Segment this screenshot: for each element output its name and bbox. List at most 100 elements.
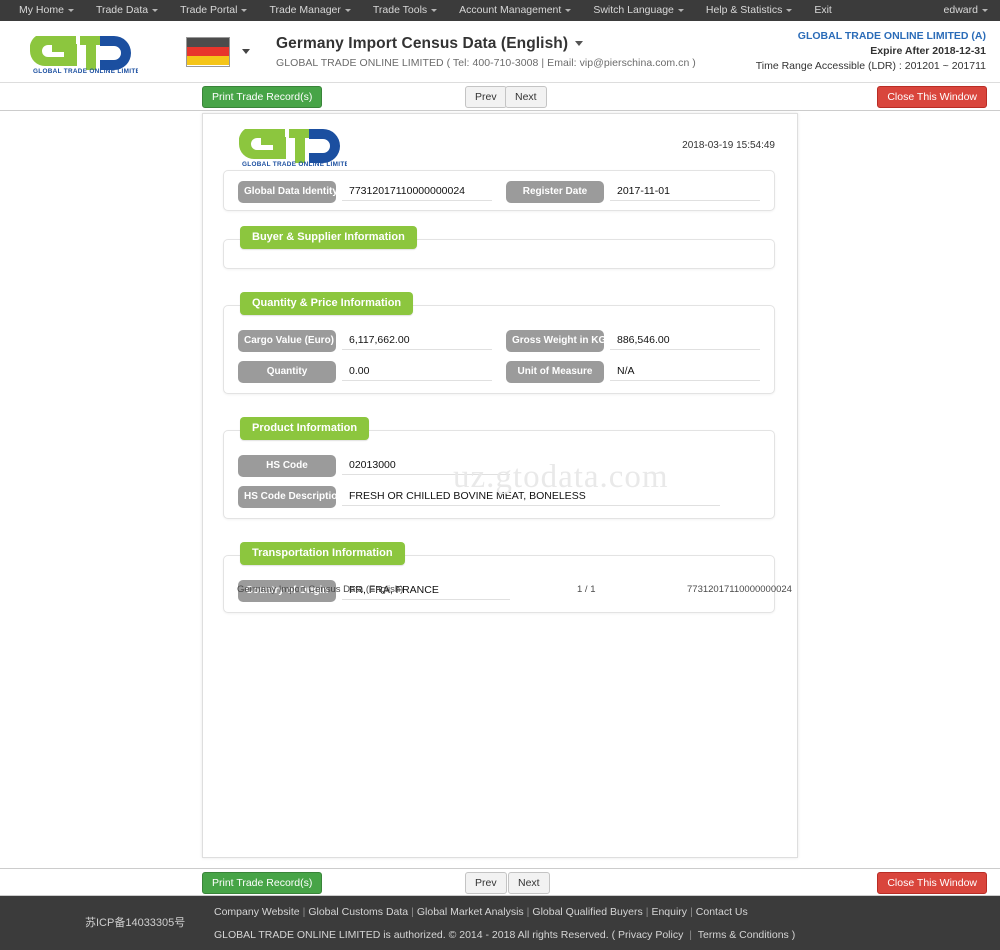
- footer-link-global-qualified-buyers[interactable]: Global Qualified Buyers: [532, 906, 642, 918]
- chevron-down-icon: [344, 8, 351, 12]
- chevron-down-icon: [677, 8, 684, 12]
- footer-separator: |: [689, 929, 693, 941]
- nav-item-label: Account Management: [459, 4, 562, 16]
- page-title[interactable]: Germany Import Census Data (English): [276, 34, 696, 54]
- chevron-down-icon: [565, 8, 572, 12]
- field-label-register-date: Register Date: [506, 181, 604, 203]
- nav-item-switch-language[interactable]: Switch Language: [582, 0, 695, 21]
- section-card-buyer-supplier: Buyer & Supplier Information: [223, 226, 775, 269]
- footer-link-enquiry[interactable]: Enquiry: [651, 906, 687, 918]
- nav-item-trade-data[interactable]: Trade Data: [85, 0, 169, 21]
- field-row: HS Code 02013000: [238, 455, 760, 477]
- field-label-gross-weight-in-kg: Gross Weight in KG: [506, 330, 606, 352]
- field-value-hs-code: 02013000: [342, 457, 510, 475]
- nav-item-trade-manager[interactable]: Trade Manager: [258, 0, 361, 21]
- print-trade-records-button[interactable]: Print Trade Record(s): [202, 86, 323, 108]
- prev-button-bottom[interactable]: Prev: [465, 872, 507, 894]
- prev-button[interactable]: Prev: [465, 86, 507, 108]
- print-trade-records-button-bottom[interactable]: Print Trade Record(s): [202, 872, 323, 894]
- field-value-cargo-value-euro: 6,117,662.00: [342, 332, 492, 350]
- next-button-bottom[interactable]: Next: [508, 872, 550, 894]
- identity-card: Global Data Identity 7731201711000000002…: [223, 170, 775, 211]
- nav-item-label: Switch Language: [593, 4, 674, 16]
- chevron-down-icon: [152, 8, 159, 12]
- section-title-product: Product Information: [240, 417, 370, 440]
- site-header: GLOBAL TRADE ONLINE LIMITED Germany Impo…: [0, 21, 1000, 83]
- footer-link-global-market-analysis[interactable]: Global Market Analysis: [417, 906, 524, 918]
- field-row: HS Code Description FRESH OR CHILLED BOVI…: [238, 486, 760, 508]
- account-time-range: Time Range Accessible (LDR) : 201201 ~ 2…: [755, 60, 986, 72]
- gto-logo-icon: GLOBAL TRADE ONLINE LIMITED: [30, 35, 138, 74]
- chevron-down-icon: [67, 8, 74, 12]
- footer-links: Company Website | Global Customs Data | Glob…: [214, 906, 748, 918]
- footer-separator: |: [690, 906, 693, 918]
- top-navigation-bar: My Home Trade Data Trade Portal Trade Manag…: [0, 0, 1000, 21]
- section-card-product: Product Information HS Code 02013000 HS Cod…: [223, 417, 775, 519]
- privacy-policy-link[interactable]: Privacy Policy: [618, 929, 683, 941]
- page-title-block: Germany Import Census Data (English) GLO…: [276, 34, 696, 69]
- nav-item-label: Trade Portal: [180, 4, 238, 16]
- chevron-down-icon: [241, 8, 248, 12]
- section-title-buyer-supplier: Buyer & Supplier Information: [240, 226, 417, 249]
- field-label-global-data-identity: Global Data Identity: [238, 181, 338, 203]
- country-flag-selector[interactable]: [186, 36, 250, 67]
- identity-row: Global Data Identity 7731201711000000002…: [238, 181, 760, 203]
- nav-item-trade-tools[interactable]: Trade Tools: [362, 0, 448, 21]
- field-value-hs-code-description: FRESH OR CHILLED BOVINE MEAT, BONELESS: [342, 488, 720, 506]
- account-name: GLOBAL TRADE ONLINE LIMITED (A): [797, 30, 986, 42]
- sheet-footer-page: 1 / 1: [577, 584, 596, 595]
- gto-logo-icon-document: GLOBAL TRADE ONLINE LIMITED: [238, 129, 354, 168]
- field-value-quantity: 0.00: [342, 363, 492, 381]
- chevron-down-icon: [575, 41, 584, 47]
- chevron-down-icon: [431, 8, 438, 12]
- sections-container: Buyer & Supplier Information Quantity & P…: [203, 226, 797, 613]
- field-row: Cargo Value (Euro) 6,117,662.00 Gross Weig…: [238, 330, 760, 352]
- nav-item-label: My Home: [19, 4, 64, 16]
- svg-text:GLOBAL TRADE ONLINE LIMITED: GLOBAL TRADE ONLINE LIMITED: [242, 161, 347, 167]
- user-menu-label[interactable]: edward: [933, 4, 988, 16]
- logo-tagline: GLOBAL TRADE ONLINE LIMITED: [33, 68, 138, 74]
- nav-item-exit[interactable]: Exit: [803, 0, 843, 21]
- user-menu[interactable]: edward: [933, 0, 988, 21]
- footer-link-global-customs-data[interactable]: Global Customs Data: [308, 906, 408, 918]
- section-title-transportation: Transportation Information: [240, 542, 405, 565]
- sheet-footer: Germany Import Census Data (English) 1 /…: [203, 584, 797, 595]
- field-value-global-data-identity: 77312017110000000024: [342, 183, 492, 201]
- nav-item-label: Trade Manager: [269, 4, 341, 16]
- company-contact-line: GLOBAL TRADE ONLINE LIMITED ( Tel: 400-7…: [276, 57, 696, 69]
- chevron-down-icon: [786, 8, 793, 12]
- nav-item-help-statistics[interactable]: Help & Statistics: [695, 0, 803, 21]
- footer-link-company-website[interactable]: Company Website: [214, 906, 300, 918]
- nav-item-account-management[interactable]: Account Management: [448, 0, 582, 21]
- field-value-register-date: 2017-11-01: [610, 183, 760, 201]
- footer-separator: |: [411, 906, 414, 918]
- nav-item-label: Trade Tools: [372, 4, 428, 16]
- icp-license: 苏ICP备14033305号: [85, 917, 186, 929]
- account-info: GLOBAL TRADE ONLINE LIMITED (A) Expire A…: [756, 29, 986, 74]
- record-sheet: GLOBAL TRADE ONLINE LIMITED 2018-03-19 1…: [202, 113, 798, 858]
- field-label-hs-code-description: HS Code Description: [238, 486, 343, 508]
- section-card-quantity-price: Quantity & Price Information Cargo Value …: [223, 292, 775, 394]
- footer-link-contact-us[interactable]: Contact Us: [696, 906, 748, 918]
- chevron-down-icon: [982, 8, 988, 12]
- top-toolbar: Print Trade Record(s) Prev Next Close Th…: [0, 83, 1000, 111]
- user-name: edward: [943, 4, 978, 16]
- field-value-unit-of-measure: N/A: [610, 363, 760, 381]
- field-label-quantity: Quantity: [238, 361, 336, 383]
- next-button[interactable]: Next: [505, 86, 547, 108]
- field-label-unit-of-measure: Unit of Measure: [506, 361, 604, 383]
- close-window-button[interactable]: Close This Window: [877, 86, 987, 108]
- account-expiry: Expire After 2018-12-31: [870, 45, 986, 57]
- document-viewport: GLOBAL TRADE ONLINE LIMITED 2018-03-19 1…: [0, 111, 1000, 868]
- nav-item-trade-portal[interactable]: Trade Portal: [169, 0, 258, 21]
- nav-item-my-home[interactable]: My Home: [8, 0, 85, 21]
- chevron-down-icon: [242, 49, 250, 54]
- sheet-header: GLOBAL TRADE ONLINE LIMITED 2018-03-19 1…: [203, 114, 797, 170]
- nav-item-label: Exit: [814, 4, 832, 16]
- terms-conditions-link[interactable]: Terms & Conditions: [698, 929, 789, 941]
- copyright-suffix: ): [791, 929, 796, 941]
- bottom-toolbar: Print Trade Record(s) Prev Next Close Th…: [0, 868, 1000, 896]
- gto-logo[interactable]: GLOBAL TRADE ONLINE LIMITED: [14, 30, 154, 74]
- close-window-button-bottom[interactable]: Close This Window: [877, 872, 987, 894]
- field-value-gross-weight-in-kg: 886,546.00: [610, 332, 760, 350]
